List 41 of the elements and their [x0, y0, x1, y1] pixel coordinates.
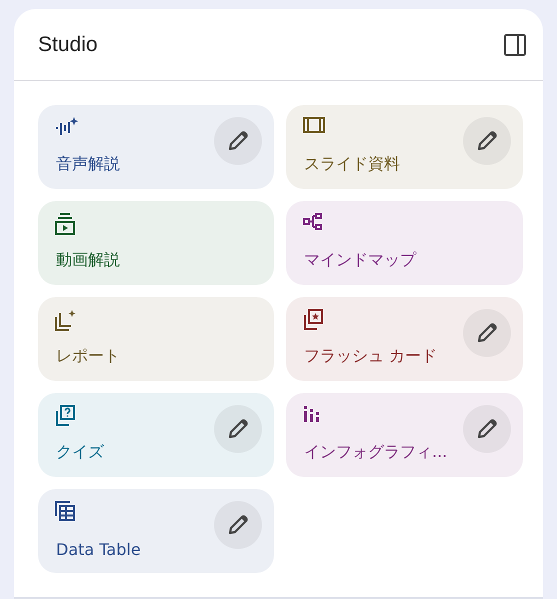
studio-card[interactable]: マインドマップ — [286, 201, 523, 285]
studio-card[interactable]: クイズ — [38, 393, 274, 477]
waveform-sparkle-icon — [55, 117, 79, 137]
pencil-icon — [227, 514, 249, 536]
quiz-cards-icon — [55, 405, 75, 427]
studio-card[interactable]: レポート — [38, 297, 274, 381]
card-label: Data Table — [56, 540, 141, 559]
document-sparkle-icon — [55, 309, 77, 331]
bar-chart-icon — [303, 405, 321, 423]
card-label: スライド資料 — [304, 154, 400, 175]
slides-icon — [303, 117, 325, 133]
studio-card[interactable]: フラッシュ カード — [286, 297, 523, 381]
edit-button[interactable] — [463, 309, 511, 357]
edit-button[interactable] — [463, 405, 511, 453]
table-icon — [55, 501, 75, 521]
card-label: クイズ — [56, 442, 104, 463]
pencil-icon — [476, 322, 498, 344]
edit-button[interactable] — [214, 405, 262, 453]
cards-star-icon — [303, 309, 323, 331]
edit-button[interactable] — [463, 117, 511, 165]
card-label: 音声解説 — [56, 154, 120, 175]
edit-button[interactable] — [214, 501, 262, 549]
card-label: インフォグラフィ... — [304, 442, 448, 463]
edit-button[interactable] — [214, 117, 262, 165]
side-panel-icon[interactable] — [504, 34, 526, 56]
pencil-icon — [476, 130, 498, 152]
pencil-icon — [476, 418, 498, 440]
pencil-icon — [227, 418, 249, 440]
card-label: 動画解説 — [56, 250, 120, 271]
video-stack-icon — [55, 213, 75, 235]
mind-map-icon — [303, 213, 323, 231]
studio-card[interactable]: 音声解説 — [38, 105, 274, 189]
studio-card[interactable]: Data Table — [38, 489, 274, 573]
studio-card[interactable]: インフォグラフィ... — [286, 393, 523, 477]
card-label: レポート — [56, 346, 120, 367]
pencil-icon — [227, 130, 249, 152]
card-label: フラッシュ カード — [304, 346, 438, 367]
studio-card[interactable]: スライド資料 — [286, 105, 523, 189]
card-label: マインドマップ — [304, 250, 416, 271]
studio-card[interactable]: 動画解説 — [38, 201, 274, 285]
panel-title: Studio — [38, 32, 98, 56]
